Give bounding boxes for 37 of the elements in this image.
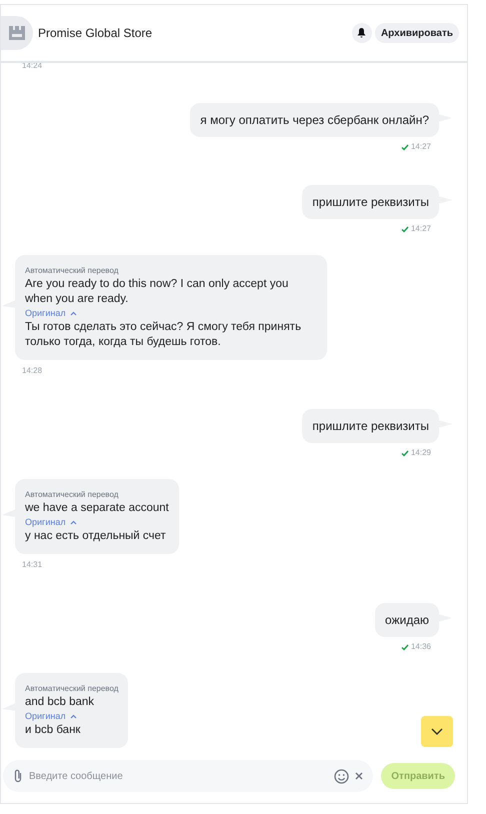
message-time: 14:27 <box>410 141 431 153</box>
translation-label: Автоматический перевод <box>25 489 120 501</box>
archive-button[interactable]: Архивировать <box>374 23 459 43</box>
message-bubble: пришлите реквизиты <box>302 409 439 443</box>
message-bubble: ожидаю <box>375 603 439 637</box>
message-bubble: я могу оплатить через сбербанк онлайн? <box>190 103 439 137</box>
scroll-down-button[interactable] <box>421 716 453 747</box>
emoji-icon[interactable] <box>334 768 350 784</box>
message-field[interactable]: Введите сообщение <box>3 760 374 792</box>
bell-icon <box>357 28 366 38</box>
chevron-up-icon <box>70 714 77 719</box>
original-link[interactable]: Оригинал <box>25 710 66 723</box>
chat-title: Promise Global Store <box>38 25 154 42</box>
message-input[interactable]: Введите сообщение <box>29 768 328 784</box>
translation-label: Автоматический перевод <box>25 683 118 695</box>
original-text: и bcb банк <box>25 723 82 738</box>
message-time: 14:27 <box>410 223 431 235</box>
message-time: 14:31 <box>22 559 42 571</box>
translated-text: Are you ready to do this now? I can only accept you when you are ready. <box>25 277 290 307</box>
translated-text: we have a separate account <box>25 501 169 516</box>
original-text: у нас есть отдельный счет <box>25 529 167 544</box>
message-time: 14:29 <box>410 447 431 459</box>
original-link[interactable]: Оригинал <box>25 516 66 529</box>
chevron-down-icon <box>431 728 443 735</box>
clear-icon[interactable] <box>355 772 364 780</box>
store-icon <box>9 26 25 40</box>
chevron-up-icon <box>70 311 77 316</box>
translation-label: Автоматический перевод <box>25 265 120 277</box>
message-time: 14:36 <box>410 641 431 653</box>
message-time: 14:28 <box>22 365 42 377</box>
notification-button[interactable] <box>352 23 372 43</box>
message-bubble: пришлите реквизиты <box>302 185 439 219</box>
chevron-up-icon <box>70 520 77 525</box>
translated-text: and bcb bank <box>25 695 96 710</box>
paperclip-icon[interactable] <box>13 769 23 783</box>
original-link[interactable]: Оригинал <box>25 307 66 320</box>
original-text: Ты готов сделать это сейчас? Я смогу тебя принять только тогда, когда ты будешь готов. <box>25 320 302 350</box>
